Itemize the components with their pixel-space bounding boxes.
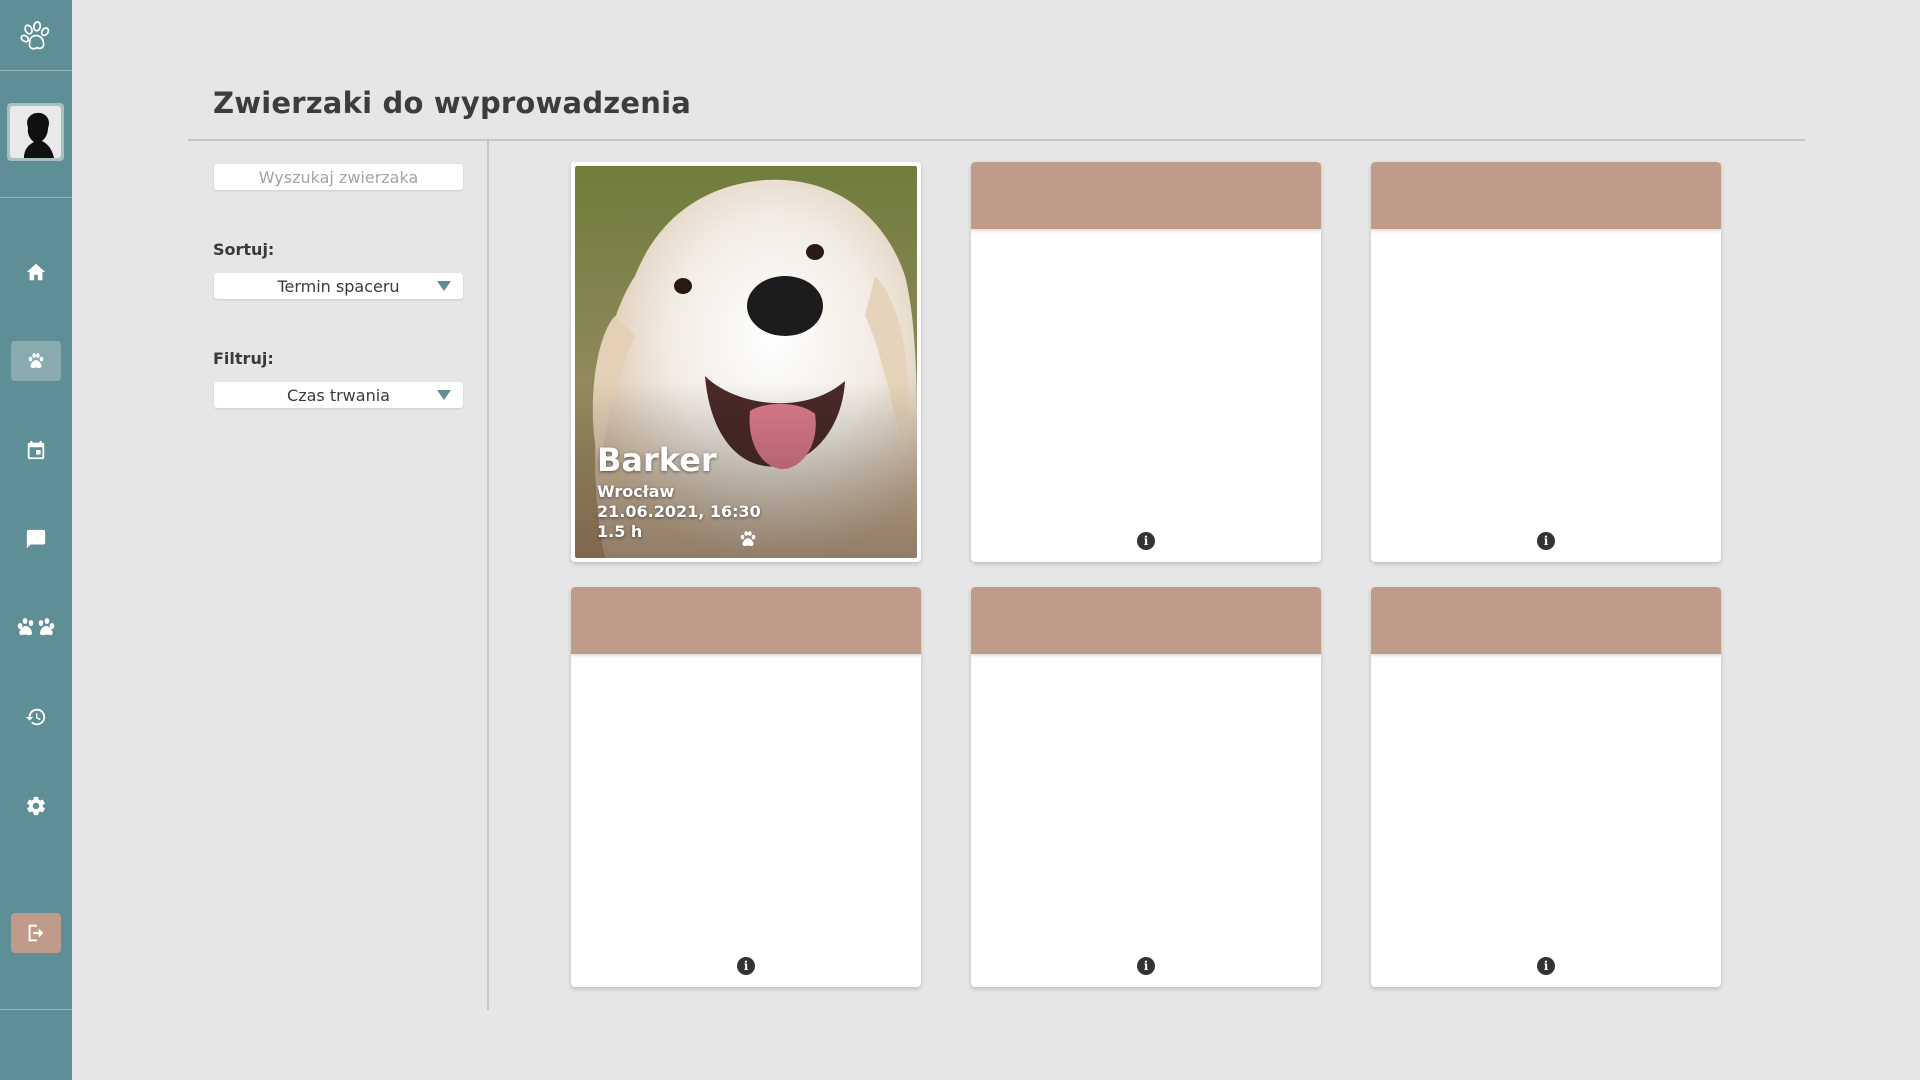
pet-walk-duration: 1.5 h [597,522,643,541]
pet-card[interactable]: i [971,162,1321,562]
info-icon[interactable]: i [1537,532,1555,550]
info-icon[interactable]: i [1137,532,1155,550]
calendar-icon[interactable] [0,431,72,469]
paws-group-icon[interactable] [0,609,72,647]
search-box [214,164,463,190]
home-icon[interactable] [0,253,72,291]
card-header [971,162,1321,229]
user-silhouette-icon [24,112,54,158]
pet-card[interactable]: i [1371,162,1721,562]
card-header [1371,162,1721,229]
sort-select[interactable]: Termin spaceru [214,273,463,299]
pet-city: Wrocław [597,482,675,501]
info-icon[interactable]: i [737,957,755,975]
pet-card[interactable]: i [571,587,921,987]
page-title: Zwierzaki do wyprowadzenia [213,86,691,120]
sidebar [0,0,72,1080]
gear-icon[interactable] [0,787,72,825]
avatar[interactable] [7,103,64,161]
logout-icon [28,924,44,942]
card-header [571,587,921,654]
chevron-down-icon [437,390,451,400]
header-divider [188,139,1805,141]
history-icon[interactable] [0,698,72,736]
info-icon[interactable]: i [1137,957,1155,975]
card-header [1371,587,1721,654]
pet-name: Barker [597,441,717,479]
info-icon[interactable]: i [1537,957,1555,975]
logout-button[interactable] [11,913,61,953]
chat-icon[interactable] [0,520,72,558]
app-logo-icon[interactable] [0,18,72,56]
filter-select[interactable]: Czas trwania [214,382,463,408]
pet-card[interactable]: i [971,587,1321,987]
paw-icon[interactable] [737,528,759,550]
sort-label: Sortuj: [213,240,275,259]
paw-icon[interactable] [0,342,72,380]
filter-select-value: Czas trwania [287,385,390,405]
sort-select-value: Termin spaceru [277,276,400,296]
pet-card-barker[interactable]: Barker Wrocław 21.06.2021, 16:30 1.5 h [571,162,921,562]
vertical-divider [487,140,489,1010]
pet-walk-date: 21.06.2021, 16:30 [597,502,761,521]
chevron-down-icon [437,281,451,291]
search-input[interactable] [214,164,463,190]
pet-card[interactable]: i [1371,587,1721,987]
filter-label: Filtruj: [213,349,274,368]
pet-photo: Barker Wrocław 21.06.2021, 16:30 1.5 h [575,166,917,558]
card-header [971,587,1321,654]
